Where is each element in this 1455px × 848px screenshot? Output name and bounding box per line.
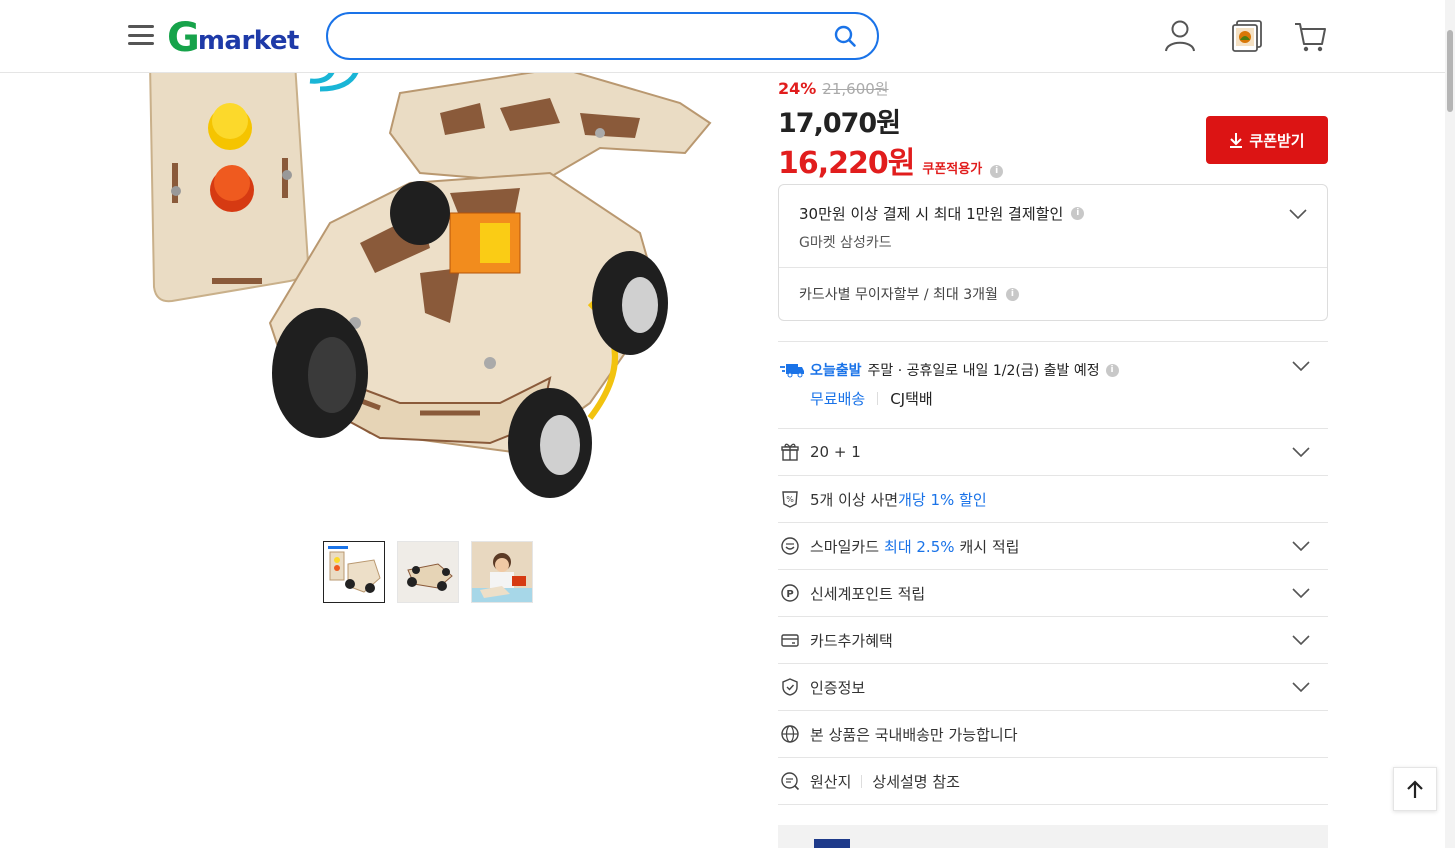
- gmarket-logo[interactable]: G market: [167, 16, 299, 58]
- benefit-label: 인증정보: [810, 678, 866, 697]
- divider: [877, 392, 879, 405]
- card-installment-text: 카드사별 무이자할부 / 최대 3개월: [799, 287, 998, 303]
- info-icon[interactable]: i: [1071, 207, 1085, 220]
- benefit-origin-row: 원산지 상세설명 참조: [778, 758, 1328, 805]
- discount-rate: 24%: [778, 79, 817, 98]
- benefit-certification-row[interactable]: 인증정보: [778, 664, 1328, 711]
- download-icon: [1230, 133, 1243, 148]
- carrier-label: CJ택배: [890, 390, 933, 408]
- today-ship-badge: 오늘출발: [810, 363, 862, 379]
- chevron-down-icon[interactable]: [1292, 588, 1310, 598]
- origin-label: 원산지: [810, 772, 852, 791]
- signal-waves-image: [309, 73, 359, 92]
- benefit-gift-row[interactable]: 20 + 1: [778, 429, 1328, 476]
- page-scrollbar[interactable]: [1445, 0, 1455, 848]
- coupon-price: 16,220원: [778, 146, 915, 181]
- shipping-row: 무료배송 CJ택배: [810, 388, 933, 409]
- thumbnail-3[interactable]: [471, 541, 533, 603]
- origin-value: 상세설명 참조: [872, 772, 960, 791]
- card-promo-subtitle: G마켓 삼성카드: [799, 235, 892, 251]
- scrollbar-thumb[interactable]: [1447, 30, 1453, 112]
- benefit-label: 20 + 1: [810, 443, 861, 461]
- fast-delivery-icon: [780, 364, 804, 378]
- benefit-shinsegae-point-row[interactable]: P 신세계포인트 적립: [778, 570, 1328, 617]
- gift-icon: [781, 443, 799, 461]
- info-icon[interactable]: i: [990, 165, 1004, 178]
- scroll-to-top-button[interactable]: [1393, 767, 1437, 811]
- delivery-section: 오늘출발 주말 · 공휴일로 내일 1/2(금) 출발 예정 i 무료배송 CJ…: [778, 341, 1328, 429]
- arrow-up-icon: [1407, 780, 1423, 798]
- coupon-label: 쿠폰적용가: [922, 162, 983, 177]
- delivery-text: 주말 · 공휴일로 내일 1/2(금) 출발 예정: [867, 363, 1100, 379]
- card-promo-box: 30만원 이상 결제 시 최대 1만원 결제할인 i G마켓 삼성카드 카드사별…: [778, 184, 1328, 321]
- certified-shield-icon: [782, 678, 798, 696]
- remote-controller-image: [149, 73, 310, 303]
- card-installment-row: 카드사별 무이자할부 / 최대 3개월 i: [779, 268, 1327, 320]
- smile-card-icon: [781, 537, 799, 555]
- benefit-label: 카드추가혜택: [810, 631, 893, 650]
- header: G market: [0, 0, 1445, 73]
- info-icon[interactable]: i: [1005, 287, 1019, 301]
- card-image-icon: [814, 839, 850, 848]
- benefit-card-extra-row[interactable]: 카드추가혜택: [778, 617, 1328, 664]
- card-promo-top[interactable]: 30만원 이상 결제 시 최대 1만원 결제할인 i G마켓 삼성카드: [779, 185, 1327, 268]
- original-price: 21,600원: [822, 80, 889, 98]
- chevron-down-icon[interactable]: [1292, 447, 1310, 457]
- benefit-label-pre: 스마일카드: [810, 537, 880, 556]
- search-bar: [326, 12, 879, 60]
- benefit-label-pre: 5개 이상 사면: [810, 490, 899, 509]
- cart-icon[interactable]: [1293, 18, 1327, 54]
- thumbnail-1[interactable]: [323, 541, 385, 603]
- user-icon[interactable]: [1163, 18, 1197, 54]
- svg-text:P: P: [786, 589, 793, 600]
- thumbnail-2[interactable]: [397, 541, 459, 603]
- wooden-rc-car-image: [149, 73, 712, 498]
- search-icon[interactable]: [833, 24, 857, 48]
- search-input[interactable]: [348, 14, 828, 58]
- chevron-down-icon[interactable]: [1292, 541, 1310, 551]
- chevron-down-icon[interactable]: [1289, 209, 1307, 219]
- benefit-label-highlight: 개당 1% 할인: [898, 490, 987, 509]
- chevron-down-icon[interactable]: [1292, 682, 1310, 692]
- card-promo-title-row: 30만원 이상 결제 시 최대 1만원 결제할인 i: [799, 203, 1307, 224]
- delivery-row: 오늘출발 주말 · 공휴일로 내일 1/2(금) 출발 예정 i: [780, 360, 1119, 380]
- benefit-domestic-shipping-row: 본 상품은 국내배송만 가능합니다: [778, 711, 1328, 758]
- free-shipping-label: 무료배송: [810, 390, 866, 408]
- benefit-smilecard-row[interactable]: 스마일카드 최대 2.5% 캐시 적립: [778, 523, 1328, 570]
- menu-icon[interactable]: [127, 22, 155, 48]
- thumbnail-list: [323, 541, 533, 603]
- card-promo-title: 30만원 이상 결제 시 최대 1만원 결제할인: [799, 205, 1064, 223]
- chevron-down-icon[interactable]: [1292, 635, 1310, 645]
- discount-row: 24% 21,600원: [778, 78, 1328, 99]
- benefit-label-post: 캐시 적립: [959, 537, 1020, 556]
- coupon-download-label: 쿠폰받기: [1249, 131, 1305, 150]
- globe-icon: [781, 725, 799, 743]
- discount-tag-icon: %: [782, 491, 798, 508]
- benefit-label: 본 상품은 국내배송만 가능합니다: [810, 725, 1018, 744]
- coupon-download-button[interactable]: 쿠폰받기: [1206, 116, 1328, 164]
- divider: [861, 774, 863, 788]
- bottom-promo-panel: [778, 825, 1328, 848]
- recent-items-icon[interactable]: [1230, 18, 1264, 54]
- point-icon: P: [781, 584, 799, 602]
- benefit-label: 신세계포인트 적립: [810, 584, 926, 603]
- info-icon[interactable]: i: [1105, 363, 1119, 377]
- product-main-image: [120, 73, 736, 523]
- origin-search-icon: [781, 772, 800, 791]
- benefit-label-highlight: 최대 2.5%: [884, 537, 955, 556]
- svg-text:%: %: [786, 495, 794, 504]
- chevron-down-icon[interactable]: [1292, 361, 1310, 371]
- benefit-bulk-discount-row: % 5개 이상 사면 개당 1% 할인: [778, 476, 1328, 523]
- card-icon: [781, 634, 799, 647]
